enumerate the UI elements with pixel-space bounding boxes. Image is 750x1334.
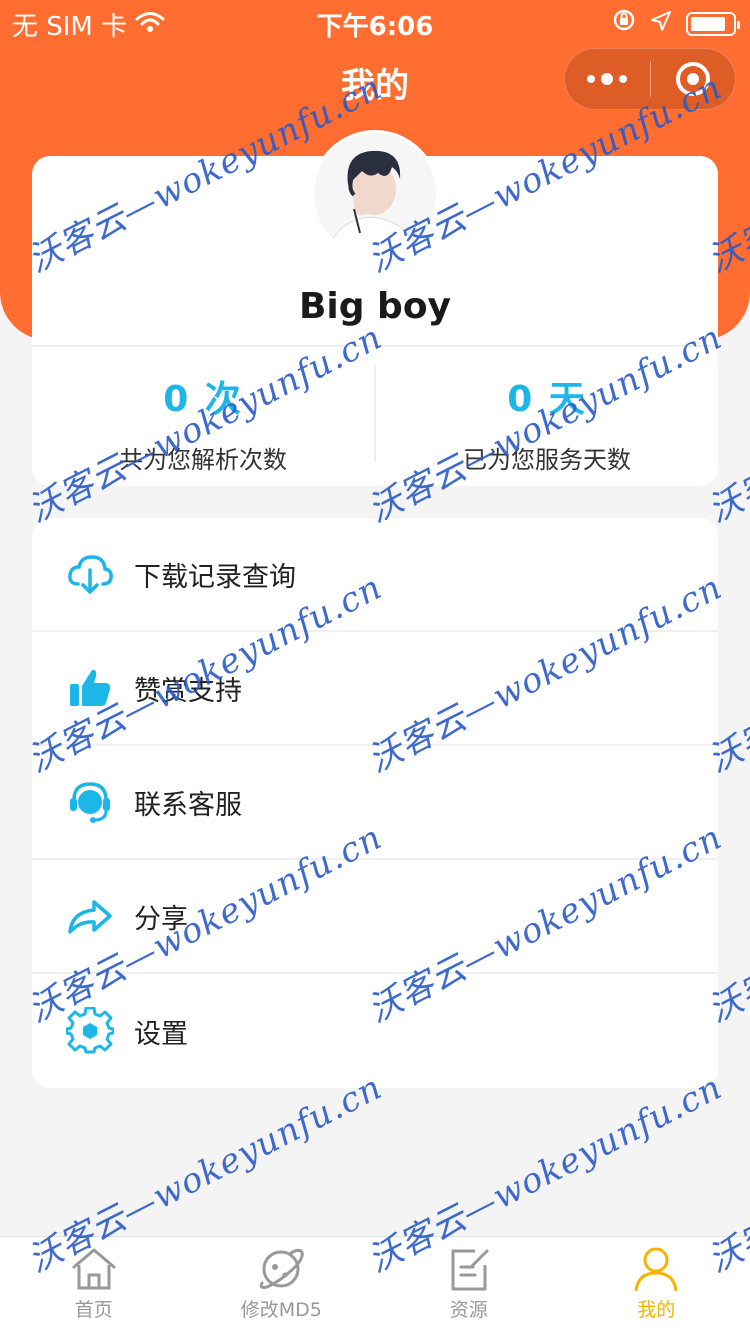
divider	[32, 345, 718, 347]
menu-item-settings[interactable]: 设置	[32, 974, 718, 1088]
avatar[interactable]	[311, 130, 439, 258]
menu-item-label: 联系客服	[134, 789, 242, 821]
close-button[interactable]	[651, 49, 736, 109]
stat-value: 0 天	[507, 379, 587, 420]
tab-label: 资源	[449, 1299, 488, 1321]
cloud-download-icon	[66, 550, 114, 598]
menu-item-label: 分享	[134, 903, 188, 935]
target-icon	[675, 62, 710, 96]
menu-item-share[interactable]: 分享	[32, 860, 718, 974]
tab-modify-md5[interactable]: 修改MD5	[188, 1237, 376, 1334]
tab-bar: 首页 修改MD5 资源 我的	[0, 1236, 750, 1334]
planet-icon	[259, 1248, 305, 1289]
tab-label: 我的	[637, 1299, 676, 1321]
stat-parse-count: 0 次 共为您解析次数	[32, 352, 374, 486]
tab-mine[interactable]: 我的	[563, 1237, 750, 1334]
status-bar: 无 SIM 卡 下午6:06	[0, 0, 750, 44]
menu-item-label: 下载记录查询	[134, 561, 296, 593]
stat-label: 已为您服务天数	[463, 446, 631, 474]
menu-item-customer-service[interactable]: 联系客服	[32, 746, 718, 860]
more-dots-icon	[587, 73, 628, 85]
headset-icon	[66, 778, 114, 826]
tab-label: 修改MD5	[240, 1299, 322, 1321]
thumbs-up-icon	[66, 664, 114, 712]
gear-icon	[66, 1007, 114, 1055]
location-icon	[650, 9, 672, 39]
share-icon	[66, 892, 114, 940]
stats-row: 0 次 共为您解析次数 0 天 已为您服务天数	[32, 352, 718, 486]
tab-home[interactable]: 首页	[0, 1237, 188, 1334]
mini-program-capsule	[564, 48, 736, 110]
menu-item-label: 设置	[134, 1018, 188, 1050]
orientation-lock-icon	[612, 8, 636, 39]
menu-item-reward[interactable]: 赞赏支持	[32, 632, 718, 746]
tab-resources[interactable]: 资源	[375, 1237, 563, 1334]
tab-label: 首页	[74, 1299, 113, 1321]
menu-item-label: 赞赏支持	[134, 675, 242, 707]
stat-label: 共为您解析次数	[119, 446, 287, 474]
home-icon	[72, 1248, 116, 1290]
menu-item-download-history[interactable]: 下载记录查询	[32, 518, 718, 632]
more-button[interactable]	[565, 49, 650, 109]
username: Big boy	[298, 286, 452, 327]
document-edit-icon	[451, 1249, 489, 1291]
user-icon	[634, 1247, 678, 1292]
stat-value: 0 次	[163, 379, 243, 420]
menu-list: 下载记录查询 赞赏支持 联系客服 分享 设置	[32, 518, 718, 1088]
battery-icon	[686, 11, 740, 36]
stat-service-days: 0 天 已为您服务天数	[376, 352, 718, 486]
